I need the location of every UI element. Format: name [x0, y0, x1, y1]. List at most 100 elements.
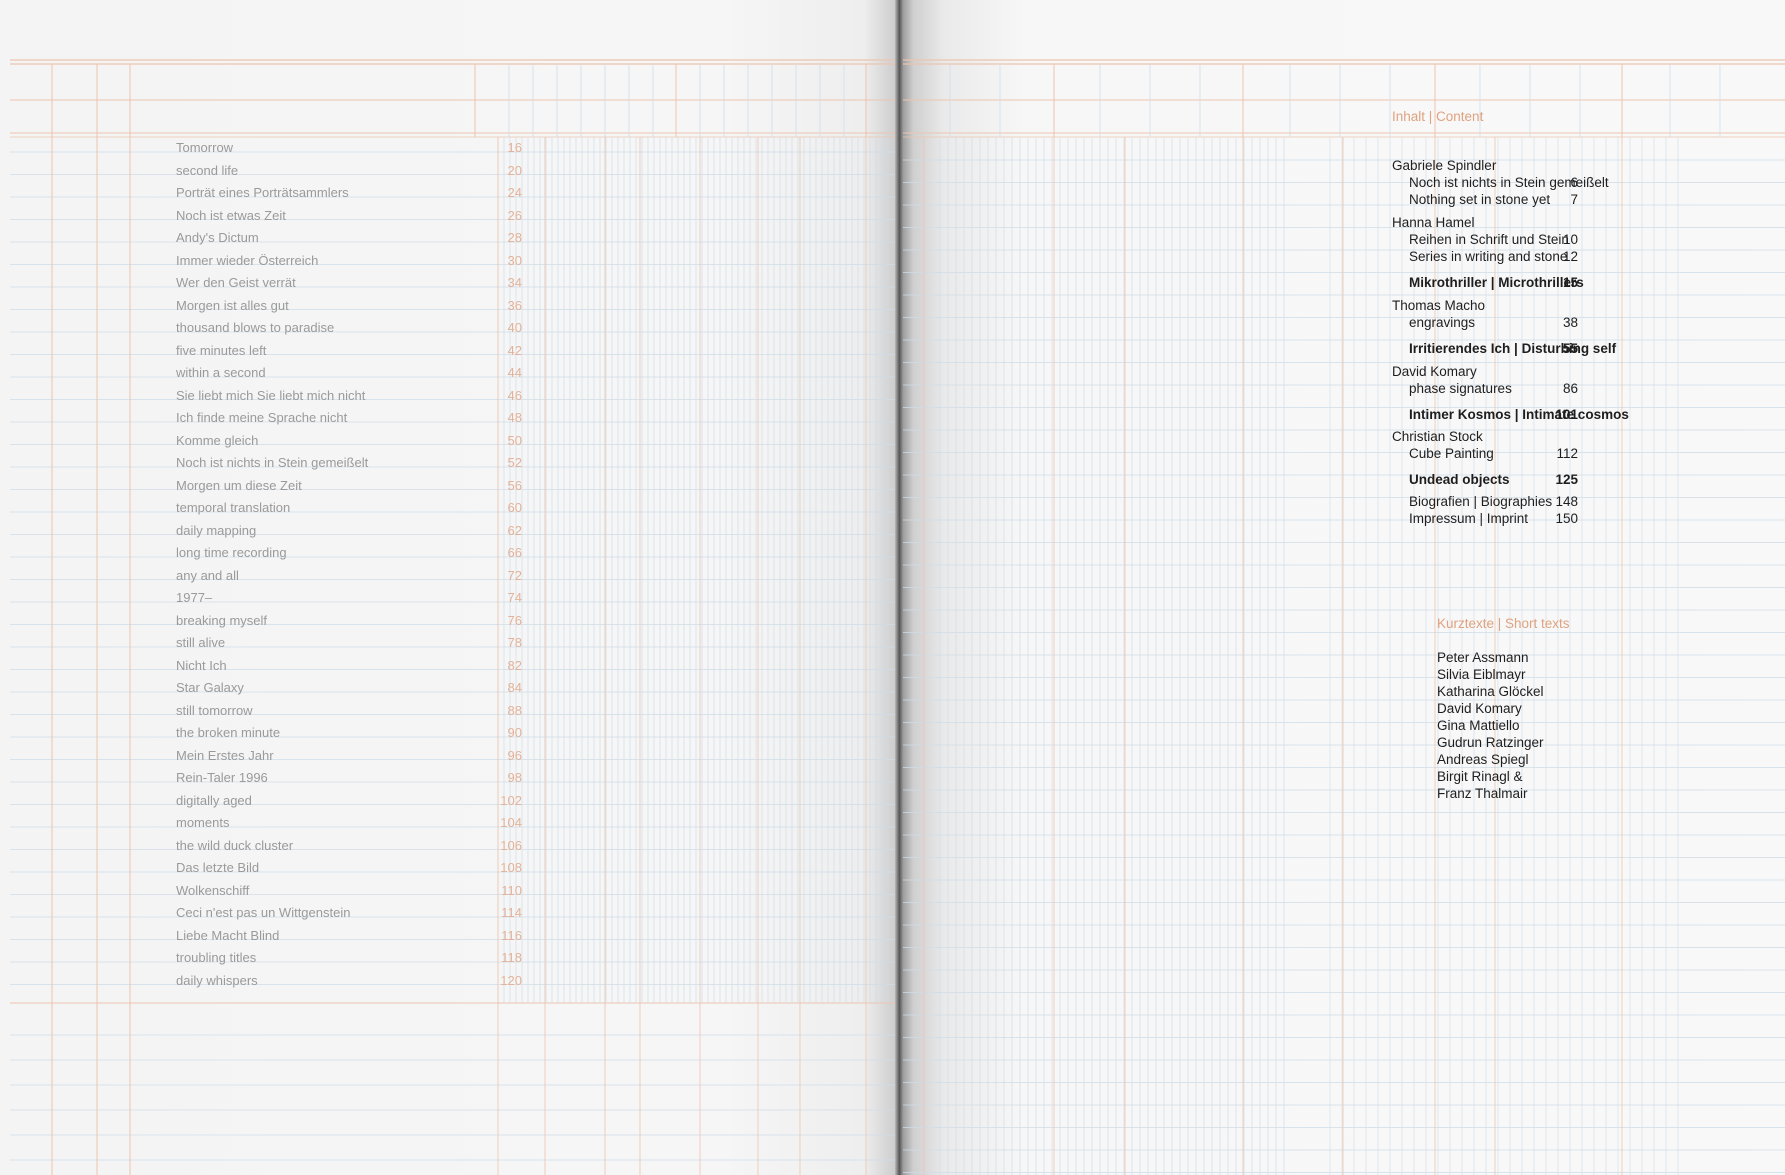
- artwork-title[interactable]: Liebe Macht Blind: [176, 928, 279, 943]
- toc-entry-page: 112: [1556, 446, 1578, 461]
- artwork-title[interactable]: digitally aged: [176, 793, 252, 808]
- artwork-title[interactable]: second life: [176, 163, 238, 178]
- artwork-title[interactable]: Andy's Dictum: [176, 230, 259, 245]
- artwork-page-number: 44: [507, 365, 522, 380]
- toc-entry-title[interactable]: Cube Painting: [1409, 446, 1494, 462]
- toc-section-title[interactable]: Irritierendes Ich | Disturbing self: [1409, 341, 1616, 357]
- toc-entry-title[interactable]: Impressum | Imprint: [1409, 511, 1528, 527]
- artwork-title[interactable]: Morgen um diese Zeit: [176, 478, 302, 493]
- artwork-title[interactable]: five minutes left: [176, 343, 266, 358]
- toc-entry-page: 86: [1562, 381, 1578, 396]
- artwork-title[interactable]: 1977–: [176, 590, 212, 605]
- artwork-page-number: 52: [507, 455, 522, 470]
- artwork-title[interactable]: moments: [176, 815, 229, 830]
- artwork-title[interactable]: troubling titles: [176, 950, 256, 965]
- artwork-page-number: 90: [507, 725, 522, 740]
- artwork-title[interactable]: Wer den Geist verrät: [176, 275, 296, 290]
- toc-section-title[interactable]: Undead objects: [1409, 472, 1510, 488]
- artwork-title[interactable]: Rein-Taler 1996: [176, 770, 268, 785]
- contents-heading: Inhalt | Content: [1392, 109, 1484, 124]
- short-text-author: Birgit Rinagl &: [1437, 769, 1523, 784]
- artwork-title[interactable]: Noch ist nichts in Stein gemeißelt: [176, 455, 368, 470]
- toc-section-page: 101: [1555, 407, 1578, 422]
- artwork-page-number: 96: [507, 747, 522, 763]
- toc-entry-page: 150: [1555, 511, 1578, 526]
- artwork-page-number: 24: [507, 185, 522, 200]
- artwork-page-number: 42: [507, 342, 522, 358]
- artwork-page-number: 50: [507, 432, 522, 448]
- artwork-page-number: 48: [507, 410, 522, 425]
- artwork-page-number: 36: [507, 297, 522, 313]
- artwork-page-number: 66: [507, 545, 522, 560]
- toc-entry-title[interactable]: phase signatures: [1409, 381, 1512, 397]
- artwork-page-number: 40: [507, 320, 522, 335]
- artwork-title[interactable]: Noch ist etwas Zeit: [176, 208, 286, 223]
- artwork-page-number: 106: [500, 837, 522, 853]
- artwork-title[interactable]: Tomorrow: [176, 140, 233, 155]
- toc-entry-title[interactable]: Noch ist nichts in Stein gemeißelt: [1409, 175, 1609, 191]
- artwork-page-number: 102: [500, 792, 522, 808]
- toc-entry-page: 12: [1562, 249, 1578, 264]
- artwork-title[interactable]: Porträt eines Porträtsammlers: [176, 185, 349, 200]
- toc-entry-page: 10: [1562, 232, 1578, 247]
- short-texts-heading: Kurztexte | Short texts: [1437, 616, 1570, 631]
- artwork-title[interactable]: thousand blows to paradise: [176, 320, 334, 335]
- artwork-title[interactable]: Morgen ist alles gut: [176, 298, 289, 313]
- short-text-author: Silvia Eiblmayr: [1437, 667, 1526, 682]
- toc-author: David Komary: [1392, 364, 1477, 379]
- artwork-title[interactable]: breaking myself: [176, 613, 267, 628]
- grid-lines-left: [10, 59, 900, 1175]
- artwork-page-number: 60: [507, 500, 522, 515]
- artwork-page-number: 16: [507, 140, 522, 155]
- toc-entry-page: 148: [1555, 494, 1578, 509]
- artwork-title[interactable]: within a second: [176, 365, 266, 380]
- artwork-title[interactable]: Das letzte Bild: [176, 860, 259, 875]
- artwork-title[interactable]: Ich finde meine Sprache nicht: [176, 410, 347, 425]
- artwork-title[interactable]: Ceci n'est pas un Wittgenstein: [176, 905, 350, 920]
- left-page: Tomorrow 16 second life 20 Porträt eines Por…: [0, 0, 900, 1175]
- artwork-title[interactable]: the broken minute: [176, 725, 280, 740]
- artwork-title[interactable]: any and all: [176, 568, 239, 583]
- right-page: Inhalt | Content Gabriele Spindler Noch …: [900, 0, 1785, 1175]
- artwork-page-number: 84: [507, 680, 522, 695]
- artwork-title[interactable]: Star Galaxy: [176, 680, 244, 695]
- short-text-author: Franz Thalmair: [1437, 786, 1528, 801]
- toc-section-page: 55: [1562, 341, 1578, 356]
- artwork-title[interactable]: Mein Erstes Jahr: [176, 748, 274, 763]
- artwork-page-number: 62: [507, 522, 522, 538]
- artwork-page-number: 88: [507, 702, 522, 718]
- toc-entry-page: 7: [1570, 192, 1578, 207]
- toc-section-page: 15: [1562, 275, 1578, 290]
- artwork-page-number: 34: [507, 275, 522, 290]
- artwork-page-number: 74: [507, 590, 522, 605]
- artwork-page-number: 46: [507, 387, 522, 403]
- artwork-title[interactable]: daily mapping: [176, 523, 256, 538]
- artwork-title[interactable]: still alive: [176, 635, 225, 650]
- book-spread: Tomorrow 16 second life 20 Porträt eines Por…: [0, 0, 1785, 1175]
- artwork-title[interactable]: Sie liebt mich Sie liebt mich nicht: [176, 388, 365, 403]
- artwork-page-number: 120: [500, 972, 522, 988]
- short-text-author: Peter Assmann: [1437, 650, 1529, 665]
- artwork-title[interactable]: daily whispers: [176, 973, 258, 988]
- artwork-title[interactable]: Nicht Ich: [176, 658, 227, 673]
- toc-section-page: 125: [1555, 472, 1578, 487]
- toc-author: Gabriele Spindler: [1392, 158, 1497, 173]
- artwork-title[interactable]: the wild duck cluster: [176, 838, 293, 853]
- toc-entry-title[interactable]: engravings: [1409, 315, 1475, 331]
- artwork-page-number: 114: [501, 905, 522, 920]
- book-gutter: [895, 0, 903, 1175]
- short-text-author: Gudrun Ratzinger: [1437, 735, 1544, 750]
- artwork-title[interactable]: still tomorrow: [176, 703, 253, 718]
- artwork-title[interactable]: temporal translation: [176, 500, 290, 515]
- artwork-page-number: 110: [501, 882, 522, 898]
- artwork-title[interactable]: Komme gleich: [176, 433, 258, 448]
- artwork-page-number: 26: [507, 207, 522, 223]
- artwork-title[interactable]: Immer wieder Österreich: [176, 253, 318, 268]
- artwork-page-number: 116: [501, 927, 522, 943]
- short-text-author: Andreas Spiegl: [1437, 752, 1529, 767]
- artwork-page-number: 118: [501, 950, 522, 965]
- artwork-title[interactable]: long time recording: [176, 545, 287, 560]
- grid-lines-right: [900, 59, 1785, 1175]
- artwork-title[interactable]: Wolkenschiff: [176, 883, 249, 898]
- toc-author: Hanna Hamel: [1392, 215, 1475, 230]
